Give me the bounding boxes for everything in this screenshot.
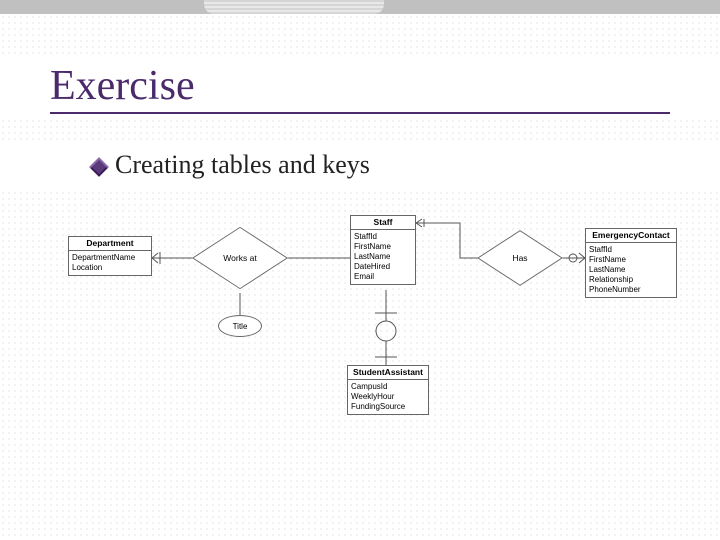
relationship-label: Works at bbox=[223, 253, 256, 263]
entity-attr: DepartmentName bbox=[72, 253, 148, 263]
diamond-bullet-icon bbox=[89, 157, 109, 177]
bullet-text: Creating tables and keys bbox=[115, 150, 370, 180]
entity-attr: LastName bbox=[589, 265, 673, 275]
entity-attr: LastName bbox=[354, 252, 412, 262]
entity-attr: Location bbox=[72, 263, 148, 273]
entity-header: Staff bbox=[351, 216, 415, 230]
slide-top-bar bbox=[0, 0, 720, 14]
entity-attr: StaffId bbox=[589, 245, 673, 255]
er-diagram: Department DepartmentName Location Works… bbox=[60, 215, 660, 465]
entity-attr: FirstName bbox=[354, 242, 412, 252]
entity-attr: PhoneNumber bbox=[589, 285, 673, 295]
attribute-title: Title bbox=[218, 315, 262, 337]
entity-attr: CampusId bbox=[351, 382, 425, 392]
slide-title: Exercise bbox=[50, 62, 195, 110]
entity-header: StudentAssistant bbox=[348, 366, 428, 380]
entity-attr: StaffId bbox=[354, 232, 412, 242]
slide-dot-grid bbox=[0, 118, 720, 144]
slide-notch bbox=[204, 0, 384, 14]
entity-emergency-contact: EmergencyContact StaffId FirstName LastN… bbox=[585, 228, 677, 298]
entity-attr: FundingSource bbox=[351, 402, 425, 412]
entity-attr: Email bbox=[354, 272, 412, 282]
relationship-label: Has bbox=[512, 253, 527, 263]
slide-dot-grid bbox=[0, 14, 720, 54]
entity-header: EmergencyContact bbox=[586, 229, 676, 243]
title-underline bbox=[50, 112, 670, 114]
entity-student-assistant: StudentAssistant CampusId WeeklyHour Fun… bbox=[347, 365, 429, 415]
entity-staff: Staff StaffId FirstName LastName DateHir… bbox=[350, 215, 416, 285]
entity-attr: FirstName bbox=[589, 255, 673, 265]
entity-attr: WeeklyHour bbox=[351, 392, 425, 402]
attribute-label: Title bbox=[233, 322, 248, 331]
entity-attr: DateHired bbox=[354, 262, 412, 272]
entity-department: Department DepartmentName Location bbox=[68, 236, 152, 276]
entity-header: Department bbox=[69, 237, 151, 251]
entity-attr: Relationship bbox=[589, 275, 673, 285]
